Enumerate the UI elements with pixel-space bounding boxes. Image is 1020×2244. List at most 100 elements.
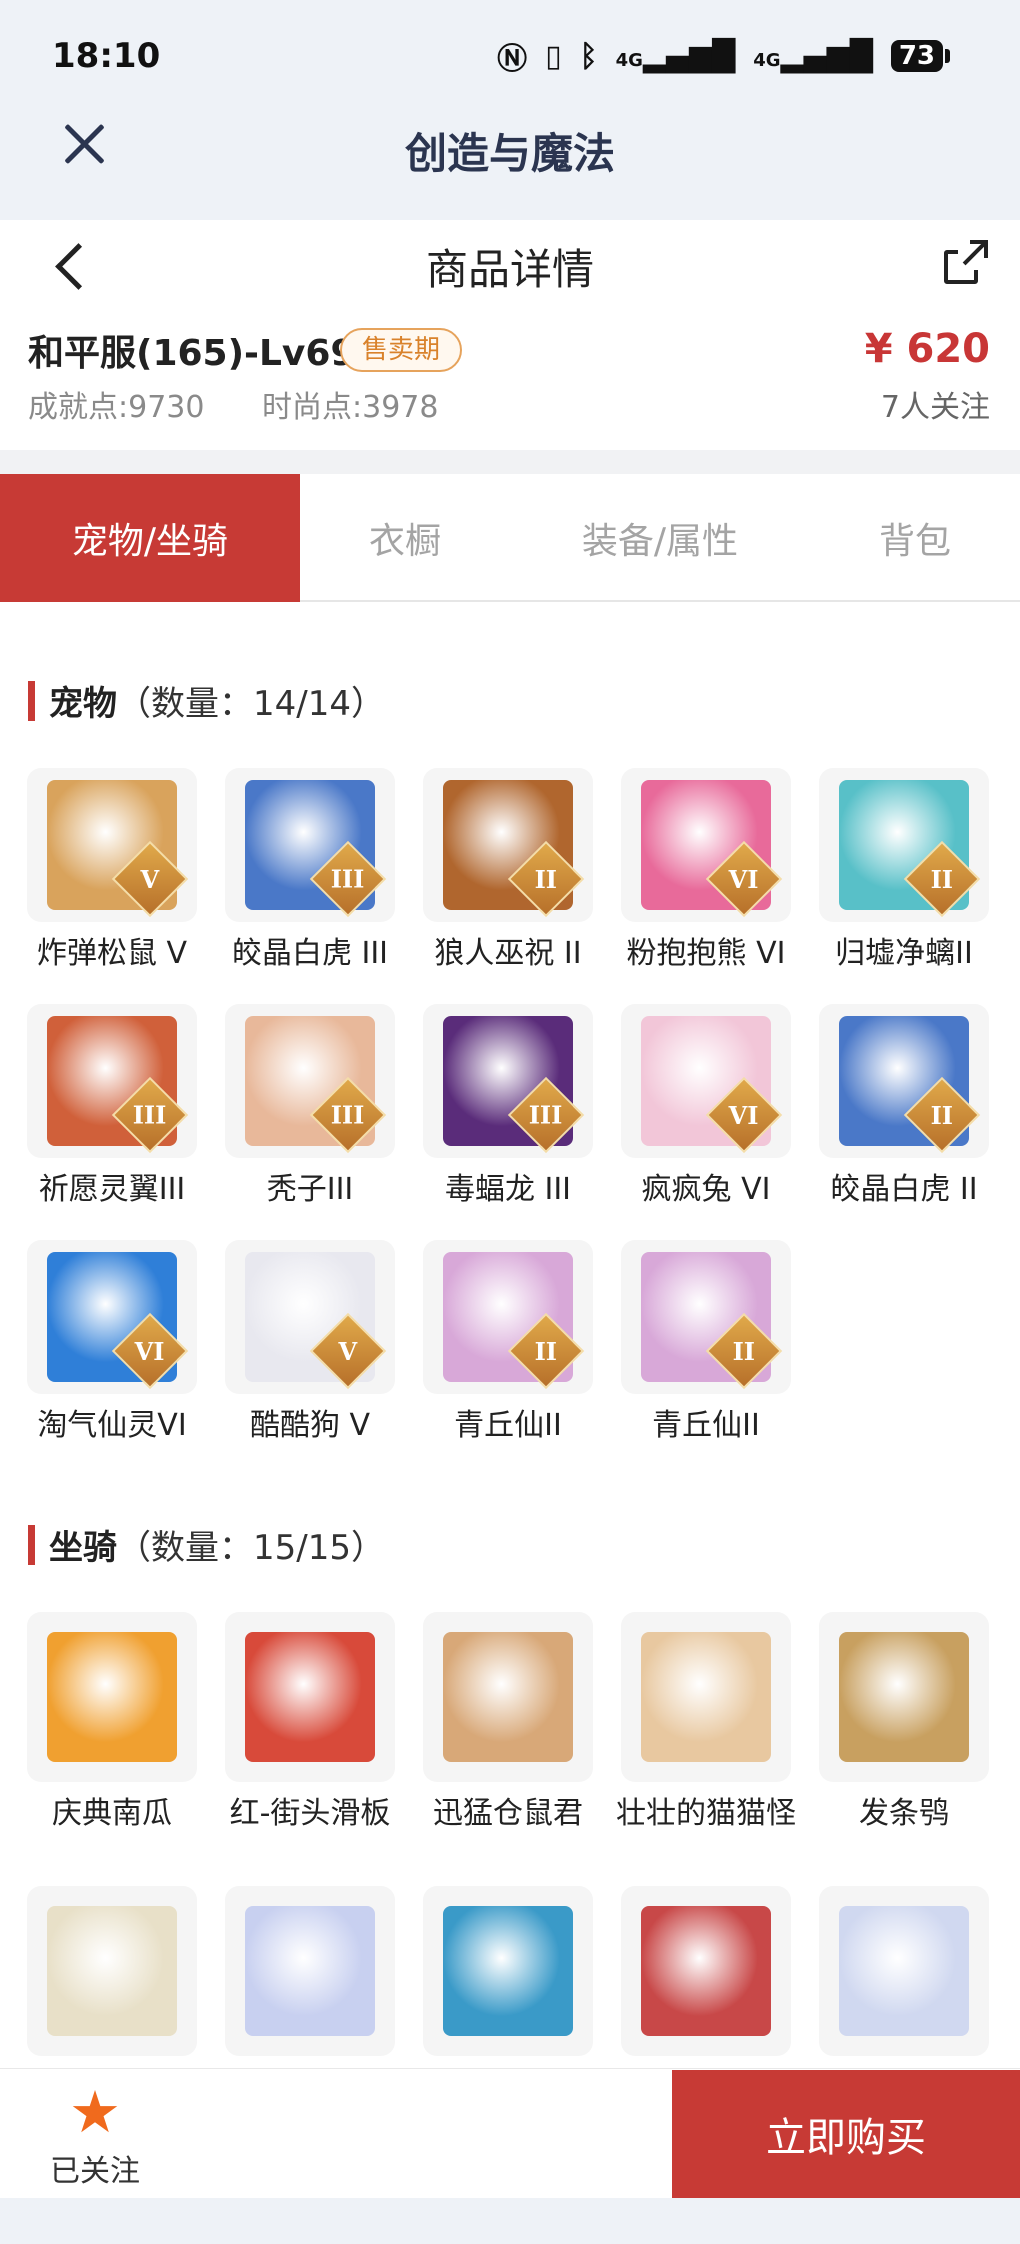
- item-name: 祈愿灵翼III: [38, 1172, 186, 1207]
- item-title: 和平服(165)-Lv69: [28, 333, 356, 374]
- item-image: [839, 1906, 969, 2036]
- item-thumbnail: [819, 1886, 989, 2056]
- mount-item[interactable]: 发条鸮: [819, 1612, 989, 1846]
- item-thumbnail: II: [423, 1240, 593, 1394]
- pet-item[interactable]: III 皎晶白虎 III: [225, 768, 395, 974]
- tab-pets-mounts[interactable]: 宠物/坐骑: [0, 474, 300, 602]
- item-image: [47, 1632, 177, 1762]
- signal-icon-2: 4G▂▄▆█: [753, 38, 873, 74]
- buy-now-button[interactable]: 立即购买: [672, 2070, 1020, 2198]
- status-icons: Ⓝ ▯ ᛒ 4G▂▄▆█ 4G▂▄▆█ 73: [497, 34, 950, 78]
- item-name: 皎晶白虎 III: [231, 936, 389, 971]
- item-name: 归墟净螭II: [835, 936, 973, 971]
- pet-item[interactable]: V 酷酷狗 V: [225, 1240, 395, 1446]
- battery-icon: 73: [890, 40, 950, 72]
- mount-item[interactable]: 迅猛仓鼠君: [423, 1612, 593, 1846]
- item-name: 淘气仙灵VI: [37, 1408, 187, 1443]
- item-thumbnail: [27, 1886, 197, 2056]
- item-image: [443, 1632, 573, 1762]
- item-thumbnail: [621, 1886, 791, 2056]
- item-image: [245, 1632, 375, 1762]
- item-thumbnail: III: [225, 768, 395, 922]
- star-icon: ★: [69, 2078, 121, 2146]
- mount-item[interactable]: 壮壮的猫猫怪: [616, 1612, 796, 1846]
- pet-item[interactable]: VI 粉抱抱熊 VI: [621, 768, 791, 974]
- item-image: [47, 1906, 177, 2036]
- item-thumbnail: VI: [621, 768, 791, 922]
- item-image: [641, 1906, 771, 2036]
- status-badge: 售卖期: [340, 328, 463, 372]
- item-name: 毒蝠龙 III: [444, 1172, 572, 1207]
- pet-item[interactable]: III 毒蝠龙 III: [423, 1004, 593, 1210]
- item-name: 庆典南瓜: [52, 1796, 172, 1831]
- price: ¥ 620: [864, 326, 990, 372]
- item-thumbnail: V: [225, 1240, 395, 1394]
- item-name: 壮壮的猫猫怪: [616, 1796, 796, 1831]
- divider: [0, 450, 1020, 474]
- item-thumbnail: [819, 1612, 989, 1782]
- item-thumbnail: [423, 1612, 593, 1782]
- item-thumbnail: III: [225, 1004, 395, 1158]
- pet-item[interactable]: II 青丘仙II: [423, 1240, 593, 1446]
- item-thumbnail: VI: [27, 1240, 197, 1394]
- fashion-points: 时尚点:3978: [262, 390, 439, 425]
- section-marker: [28, 1524, 35, 1565]
- mount-item[interactable]: 庆典南瓜: [27, 1612, 197, 1846]
- item-thumbnail: II: [819, 1004, 989, 1158]
- tab-backpack[interactable]: 背包: [810, 474, 1020, 602]
- item-thumbnail: [225, 1612, 395, 1782]
- pet-item[interactable]: III 祈愿灵翼III: [27, 1004, 197, 1210]
- item-thumbnail: III: [423, 1004, 593, 1158]
- item-name: 红-街头滑板: [229, 1796, 391, 1831]
- item-name: 迅猛仓鼠君: [433, 1796, 583, 1831]
- mounts-grid: 庆典南瓜 红-街头滑板 迅猛仓鼠君 壮壮的猫猫怪 发条鸮: [27, 1612, 989, 2120]
- item-thumbnail: II: [819, 768, 989, 922]
- item-name: 秃子III: [266, 1172, 354, 1207]
- app-title: 创造与魔法: [404, 129, 615, 178]
- item-image: [245, 1906, 375, 2036]
- item-name: 粉抱抱熊 VI: [626, 936, 786, 971]
- pet-item[interactable]: V 炸弹松鼠 V: [27, 768, 197, 974]
- item-thumbnail: [621, 1612, 791, 1782]
- item-name: 酷酷狗 V: [249, 1408, 371, 1443]
- tab-equipment[interactable]: 装备/属性: [510, 474, 810, 602]
- mounts-section-title: 坐骑 （数量：15/15）: [28, 1520, 385, 1569]
- pets-grid: V 炸弹松鼠 V III 皎晶白虎 III II 狼人巫祝 II VI 粉抱抱熊 VI II 归墟…: [27, 768, 989, 1446]
- item-image: [839, 1632, 969, 1762]
- item-name: 发条鸮: [859, 1796, 949, 1831]
- pet-item[interactable]: VI 疯疯兔 VI: [621, 1004, 791, 1210]
- pet-item[interactable]: II 青丘仙II: [621, 1240, 791, 1446]
- pet-item[interactable]: II 皎晶白虎 II: [819, 1004, 989, 1210]
- item-thumbnail: VI: [621, 1004, 791, 1158]
- item-thumbnail: II: [621, 1240, 791, 1394]
- achievement-points: 成就点:9730: [28, 390, 205, 425]
- mount-item[interactable]: 红-街头滑板: [225, 1612, 395, 1846]
- section-marker: [28, 680, 35, 721]
- signal-icon: 4G▂▄▆█: [615, 38, 736, 74]
- item-name: 狼人巫祝 II: [434, 936, 582, 971]
- pet-item[interactable]: II 狼人巫祝 II: [423, 768, 593, 974]
- pet-item[interactable]: II 归墟净螭II: [819, 768, 989, 974]
- item-thumbnail: [27, 1612, 197, 1782]
- item-thumbnail: V: [27, 768, 197, 922]
- follow-button[interactable]: ★ 已关注: [40, 2082, 150, 2192]
- tab-bar: 宠物/坐骑 衣橱 装备/属性 背包: [0, 474, 1020, 602]
- item-thumbnail: II: [423, 768, 593, 922]
- status-time: 18:10: [52, 36, 161, 76]
- item-thumbnail: III: [27, 1004, 197, 1158]
- nfc-icon: Ⓝ: [497, 42, 528, 77]
- item-image: [641, 1632, 771, 1762]
- item-name: 青丘仙II: [652, 1408, 760, 1443]
- pet-item[interactable]: III 秃子III: [225, 1004, 395, 1210]
- share-icon[interactable]: [944, 240, 988, 284]
- bluetooth-icon: ᛒ: [579, 38, 598, 74]
- item-name: 疯疯兔 VI: [641, 1172, 771, 1207]
- item-name: 青丘仙II: [454, 1408, 562, 1443]
- item-image: [443, 1906, 573, 2036]
- pets-section-title: 宠物 （数量：14/14）: [28, 676, 385, 725]
- item-name: 炸弹松鼠 V: [36, 936, 188, 971]
- pet-item[interactable]: VI 淘气仙灵VI: [27, 1240, 197, 1446]
- item-name: 皎晶白虎 II: [830, 1172, 978, 1207]
- tab-wardrobe[interactable]: 衣橱: [300, 474, 510, 602]
- item-thumbnail: [225, 1886, 395, 2056]
